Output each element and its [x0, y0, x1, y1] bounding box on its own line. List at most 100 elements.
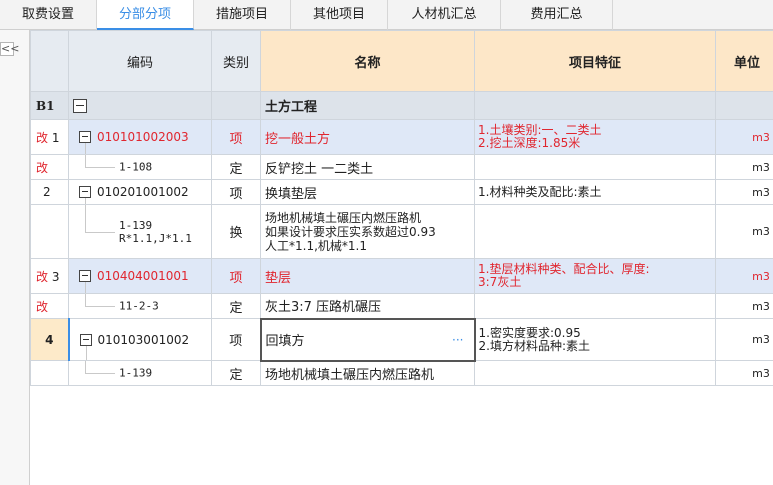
row-type: 项 — [211, 119, 261, 155]
tree-lines — [70, 294, 115, 318]
tab-fee-settings[interactable]: 取费设置 — [0, 0, 97, 30]
collapse-icon[interactable] — [79, 270, 91, 282]
row-index: 改 3 — [30, 258, 69, 294]
tree-lines — [70, 205, 115, 258]
row-name-text: 回填方 — [265, 334, 305, 349]
table-row[interactable]: 1-139 定 场地机械填土碾压内燃压路机 m3 — [30, 360, 773, 386]
row-index — [30, 204, 69, 259]
row-index: 2 — [30, 179, 69, 205]
collapse-icon[interactable] — [79, 131, 91, 143]
tab-measures[interactable]: 措施项目 — [194, 0, 291, 30]
row-type: 定 — [211, 154, 261, 180]
row-code-text: 010103001002 — [97, 332, 190, 347]
row-features[interactable] — [474, 360, 716, 386]
row-code-text: 010404001001 — [97, 269, 189, 283]
row-unit: m3 — [715, 204, 773, 259]
header-name[interactable]: 名称 — [260, 30, 475, 92]
row-code-text: 010201001002 — [97, 185, 189, 199]
collapse-icon[interactable] — [73, 98, 87, 113]
row-features[interactable]: 1.土壤类别:一、二类土 2.挖土深度:1.85米 — [474, 119, 716, 155]
row-name[interactable]: 反铲挖土 一二类土 — [260, 154, 475, 180]
modified-mark: 改 — [36, 269, 49, 284]
row-features[interactable]: 1.材料种类及配比:素土 — [474, 179, 716, 205]
row-name[interactable]: 场地机械填土碾压内燃压路机 如果设计要求压实系数超过0.93 人工*1.1,机械*1… — [260, 204, 475, 259]
feature-line: 1.材料种类及配比:素土 — [478, 184, 602, 199]
header-type[interactable]: 类别 — [211, 30, 261, 92]
row-number: 3 — [51, 269, 60, 284]
name-line: 人工*1.1,机械*1.1 — [265, 238, 367, 253]
row-unit — [715, 91, 773, 120]
table-row[interactable]: 改 11-2-3 定 灰土3:7 压路机碾压 m3 — [30, 293, 773, 319]
row-features[interactable] — [474, 293, 716, 319]
more-options-button[interactable]: ··· — [452, 333, 463, 347]
row-type: 项 — [211, 318, 261, 361]
row-features — [474, 91, 716, 120]
code-line: R*1.1,J*1.1 — [119, 231, 192, 245]
row-code[interactable]: 010201001002 — [68, 179, 212, 205]
row-code-text: 1-139 R*1.1,J*1.1 — [119, 219, 192, 245]
items-grid: 编码 类别 名称 项目特征 单位 B1 土方工程 改 1 01010100200… — [30, 30, 773, 485]
row-name[interactable]: 换填垫层 — [260, 179, 475, 205]
row-unit: m3 — [715, 360, 773, 386]
row-name[interactable]: 场地机械填土碾压内燃压路机 — [260, 360, 475, 386]
row-unit: m3 — [715, 318, 773, 361]
header-unit[interactable]: 单位 — [715, 30, 773, 92]
tree-lines — [70, 361, 115, 385]
name-line: 如果设计要求压实系数超过0.93 — [265, 224, 436, 239]
collapse-panel-button[interactable]: << — [0, 42, 19, 56]
table-row-selected[interactable]: 4 010103001002 项 回填方 ··· 1.密实度要求:0.95 2.填… — [30, 317, 773, 362]
row-type: 定 — [211, 293, 261, 319]
row-type: 换 — [211, 204, 261, 259]
table-row[interactable]: 改 1-108 定 反铲挖土 一二类土 m3 — [30, 154, 773, 180]
row-code[interactable]: 010404001001 — [68, 258, 212, 294]
row-name[interactable]: 挖一般土方 — [260, 119, 475, 155]
row-features[interactable]: 1.垫层材料种类、配合比、厚度: 3:7灰土 — [474, 258, 716, 294]
header-features[interactable]: 项目特征 — [474, 30, 716, 92]
table-row[interactable]: 1-139 R*1.1,J*1.1 换 场地机械填土碾压内燃压路机 如果设计要求压实… — [30, 204, 773, 259]
collapse-icon[interactable] — [79, 333, 92, 346]
row-name[interactable]: 灰土3:7 压路机碾压 — [260, 293, 475, 319]
collapse-icon[interactable] — [79, 186, 91, 198]
row-number: 1 — [51, 130, 60, 145]
modified-mark: 改 — [36, 130, 49, 145]
row-unit: m3 — [715, 154, 773, 180]
row-code[interactable]: 1-139 R*1.1,J*1.1 — [68, 204, 212, 259]
row-features[interactable] — [474, 154, 716, 180]
header-code[interactable]: 编码 — [68, 30, 212, 92]
row-code-text: 010101002003 — [97, 130, 189, 144]
row-index: B1 — [30, 91, 69, 120]
feature-line: 2.填方材料品种:素土 — [478, 338, 591, 353]
table-row[interactable]: B1 土方工程 — [30, 91, 773, 120]
tree-lines — [70, 155, 115, 179]
left-panel: << — [0, 30, 30, 485]
name-line: 场地机械填土碾压内燃压路机 — [265, 210, 422, 225]
row-unit: m3 — [715, 293, 773, 319]
row-code[interactable]: 010103001002 — [68, 318, 212, 361]
row-type: 定 — [211, 360, 261, 386]
tab-other-items[interactable]: 其他项目 — [291, 0, 388, 30]
row-name[interactable]: 土方工程 — [260, 91, 475, 120]
table-row[interactable]: 改 1 010101002003 项 挖一般土方 1.土壤类别:一、二类土 2.挖… — [30, 119, 773, 155]
tab-sub-items[interactable]: 分部分项 — [97, 0, 194, 30]
table-row[interactable]: 改 3 010404001001 项 垫层 1.垫层材料种类、配合比、厚度: 3:… — [30, 258, 773, 294]
row-name[interactable]: 垫层 — [260, 258, 475, 294]
row-code — [68, 91, 212, 120]
row-name-editing[interactable]: 回填方 ··· — [259, 317, 476, 362]
row-code[interactable]: 1-108 — [68, 154, 212, 180]
feature-line: 2.挖土深度:1.85米 — [478, 136, 581, 150]
row-code[interactable]: 010101002003 — [68, 119, 212, 155]
table-row[interactable]: 2 010201001002 项 换填垫层 1.材料种类及配比:素土 m3 — [30, 179, 773, 205]
row-features[interactable]: 1.密实度要求:0.95 2.填方材料品种:素土 — [474, 318, 716, 361]
row-unit: m3 — [715, 119, 773, 155]
row-code-text: 1-139 — [119, 366, 153, 380]
tab-labor-material-summary[interactable]: 人材机汇总 — [388, 0, 501, 30]
tab-bar: 取费设置 分部分项 措施项目 其他项目 人材机汇总 费用汇总 — [0, 0, 773, 30]
row-code[interactable]: 11-2-3 — [68, 293, 212, 319]
tab-fee-summary[interactable]: 费用汇总 — [501, 0, 613, 30]
header-index — [30, 30, 69, 92]
row-code[interactable]: 1-139 — [68, 360, 212, 386]
row-features[interactable] — [474, 204, 716, 259]
row-index: 改 1 — [30, 119, 69, 155]
row-index: 4 — [30, 318, 70, 361]
row-type — [211, 91, 261, 120]
